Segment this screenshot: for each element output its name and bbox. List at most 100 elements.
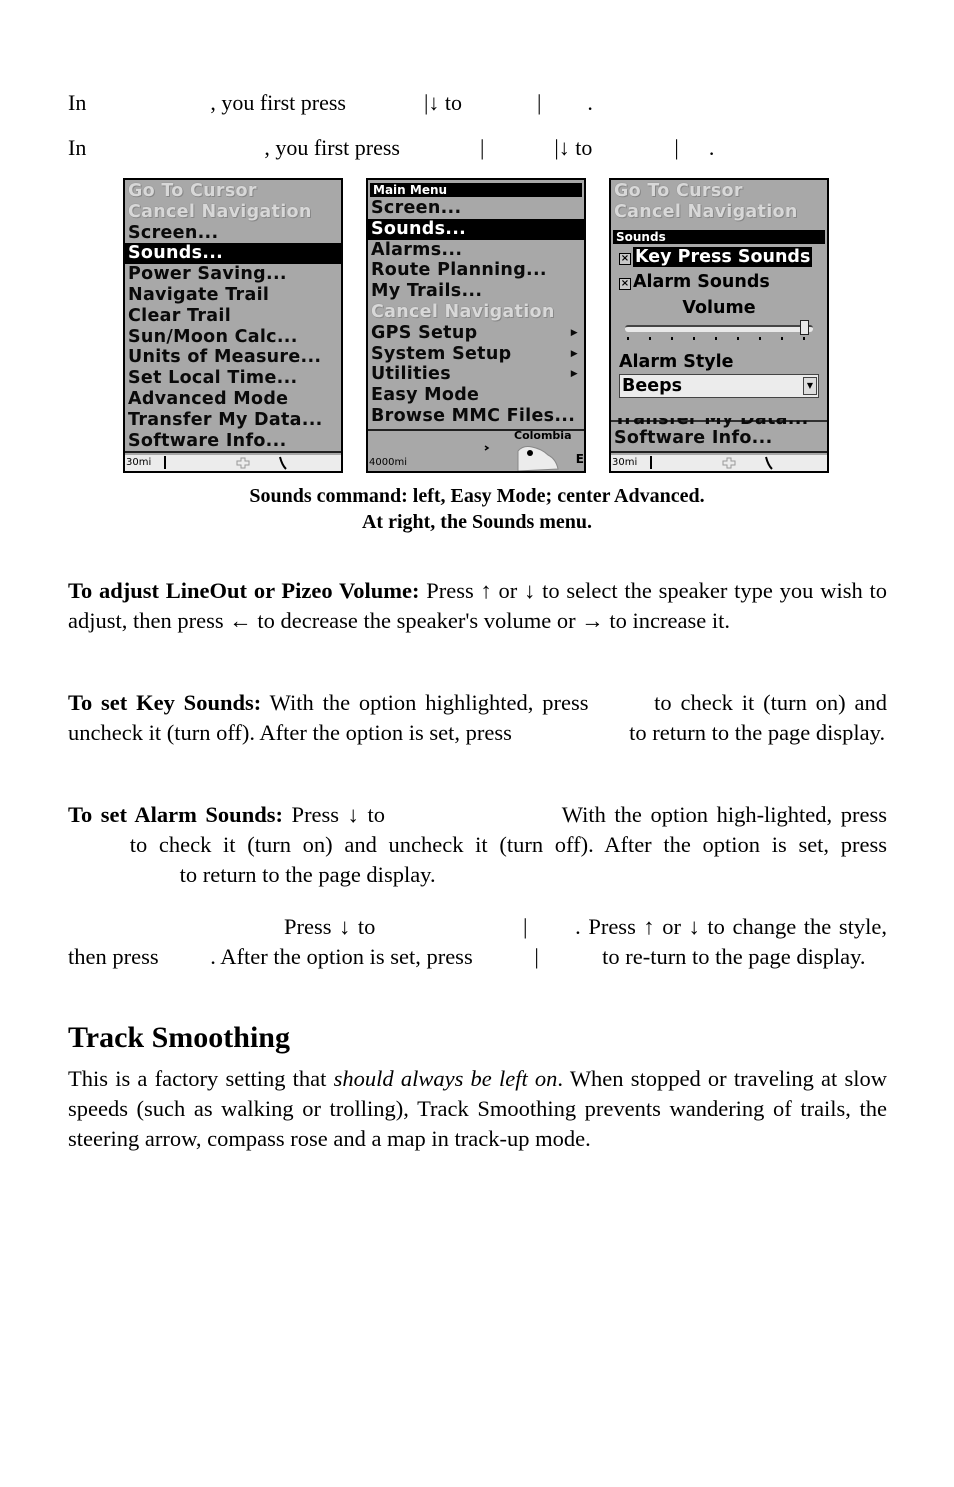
paragraph-alarm-sounds: To set Alarm Sounds: Press ↓ to With the…	[68, 800, 887, 890]
menu-item-sun-moon-calc[interactable]: Sun/Moon Calc...	[125, 327, 341, 348]
menu-item-system-setup[interactable]: System Setup ▶	[368, 344, 584, 365]
sounds-dialog: Sounds × Key Press Sounds × Alarm Sounds V…	[611, 230, 827, 422]
slider-thumb[interactable]	[800, 320, 809, 335]
slider-tick	[649, 337, 651, 340]
checkbox-checked-icon[interactable]: ×	[619, 253, 631, 265]
intro-text: |	[479, 135, 485, 160]
alarm-style-select[interactable]: Beeps ▼	[619, 374, 819, 398]
paragraph-text: Press ↓ to	[282, 802, 394, 827]
menu-item-utilities[interactable]: Utilities ▶	[368, 364, 584, 385]
paragraph-key-sounds: To set Key Sounds: With the option highl…	[68, 688, 887, 748]
menu-item-power-saving[interactable]: Power Saving...	[125, 264, 341, 285]
menu-item-set-local-time[interactable]: Set Local Time...	[125, 368, 341, 389]
slider-tick	[803, 337, 805, 340]
paragraph-text: With the option high-lighted, press	[553, 802, 887, 827]
paragraph-text: With the option highlighted, press	[261, 690, 598, 715]
arrow-icon	[484, 445, 490, 451]
menu-header: Main Menu	[370, 183, 582, 197]
dialog-header: Sounds	[613, 230, 825, 244]
paragraph-track-smoothing: This is a factory setting that should al…	[68, 1064, 887, 1154]
intro-text: , you first press	[264, 135, 400, 160]
menu-item-label: Route Planning...	[371, 260, 547, 281]
menu-item[interactable]: Cancel Navigation	[611, 202, 827, 223]
intro-text: |	[537, 90, 542, 115]
menu-item-partial[interactable]: Transfer My Data...	[611, 418, 827, 428]
menu-item-label: Sounds...	[128, 243, 224, 264]
paragraph-text: to return to the page display.	[623, 720, 886, 745]
easy-mode-menu: Go To Cursor Cancel Navigation Screen... So…	[125, 180, 341, 453]
paragraph-text: |	[534, 944, 545, 969]
menu-item-label: Easy Mode	[371, 385, 480, 406]
menu-item-label: Screen...	[128, 222, 219, 243]
menu-item-route-planning[interactable]: Route Planning...	[368, 260, 584, 281]
paragraph-text: |	[523, 914, 536, 939]
menu-item-units-of-measure[interactable]: Units of Measure...	[125, 347, 341, 368]
slider-tick	[715, 337, 717, 340]
main-menu: Main Menu Screen... Sounds... Alarms... Rou…	[368, 180, 584, 431]
key-press-sounds-option[interactable]: × Key Press Sounds	[611, 245, 827, 270]
slider-tick	[781, 337, 783, 340]
menu-item-navigate-trail[interactable]: Navigate Trail	[125, 285, 341, 306]
map-graphic	[650, 456, 773, 470]
paragraph-title: To set Key Sounds:	[68, 690, 262, 715]
menu-item-gps-setup[interactable]: GPS Setup ▶	[368, 323, 584, 344]
paragraph-text: This is a factory setting that	[68, 1066, 334, 1091]
option-label: Alarm Sounds	[633, 272, 770, 292]
volume-slider[interactable]	[621, 318, 817, 342]
map-strip: 30mi	[125, 455, 341, 471]
menu-item-screen[interactable]: Screen...	[368, 198, 584, 219]
menu-item-label: Units of Measure...	[128, 347, 322, 368]
checkbox-checked-icon[interactable]: ×	[619, 278, 631, 290]
menu-item-easy-mode[interactable]: Easy Mode	[368, 385, 584, 406]
submenu-arrow-icon: ▶	[570, 369, 578, 380]
menu-item[interactable]: Go To Cursor	[611, 181, 827, 202]
menu-item-label: System Setup	[371, 343, 512, 364]
alarm-style-value: Beeps	[622, 376, 683, 396]
map-strip: 30mi	[611, 455, 827, 471]
menu-item-advanced-mode[interactable]: Advanced Mode	[125, 389, 341, 410]
menu-item-go-to-cursor[interactable]: Go To Cursor	[125, 181, 341, 202]
intro-text: |↓ to	[423, 90, 463, 115]
menu-item-sounds[interactable]: Sounds...	[368, 218, 584, 240]
easy-mode-screen: Go To Cursor Cancel Navigation Screen... So…	[123, 178, 343, 473]
position-cross-icon	[722, 457, 736, 469]
menu-item-cancel-navigation[interactable]: Cancel Navigation	[125, 202, 341, 223]
menu-item-clear-trail[interactable]: Clear Trail	[125, 306, 341, 327]
position-cross-icon	[236, 457, 250, 469]
menu-item-label: Go To Cursor	[128, 181, 257, 201]
intro-text: In	[68, 90, 87, 115]
paragraph-alarm-style: Press ↓ to | . Press ↑ or ↓ to change th…	[68, 912, 887, 972]
figure-caption-line-1: Sounds command: left, Easy Mode; center …	[249, 485, 705, 507]
menu-item-label: Power Saving...	[128, 264, 287, 285]
sounds-screen: Go To Cursor Cancel Navigation Sounds × K…	[609, 178, 829, 473]
menu-item-cancel-navigation[interactable]: Cancel Navigation	[368, 302, 584, 323]
menu-item-screen[interactable]: Screen...	[125, 223, 341, 244]
menu-item-alarms[interactable]: Alarms...	[368, 240, 584, 261]
intro-text: |	[674, 135, 679, 160]
intro-text: , you first press	[210, 90, 346, 115]
alarm-sounds-option[interactable]: × Alarm Sounds	[611, 270, 827, 295]
paragraph-text: . After the option is set, press	[210, 944, 479, 969]
menu-item-sounds[interactable]: Sounds...	[125, 243, 341, 265]
dropdown-arrow-icon[interactable]: ▼	[803, 377, 817, 395]
menu-item-software-info[interactable]: Software Info...	[125, 431, 341, 452]
volume-label: Volume	[682, 298, 756, 318]
menu-item-label: Set Local Time...	[128, 368, 298, 389]
menu-item-label: Utilities	[371, 364, 451, 385]
slider-tick	[671, 337, 673, 340]
slider-tick	[759, 337, 761, 340]
paragraph-title: To set Alarm Sounds:	[68, 802, 283, 827]
paragraph-text: to check it (turn on) and uncheck it (tu…	[118, 832, 887, 857]
menu-item-label: Sounds...	[371, 218, 467, 239]
submenu-arrow-icon: ▶	[570, 348, 578, 359]
menu-item-transfer-my-data[interactable]: Transfer My Data...	[125, 410, 341, 431]
location-dot-icon	[527, 450, 533, 456]
alarm-style-label: Alarm Style	[619, 352, 734, 372]
menu-item-browse-mmc-files[interactable]: Browse MMC Files...	[368, 406, 584, 427]
paragraph-text: to re-turn to the page display.	[596, 944, 866, 969]
menu-item[interactable]: Software Info...	[611, 428, 827, 449]
intro-text: In	[68, 135, 87, 160]
emphasis-text: should always be left on	[333, 1066, 558, 1091]
menu-item-my-trails[interactable]: My Trails...	[368, 281, 584, 302]
slider-track	[625, 325, 813, 332]
